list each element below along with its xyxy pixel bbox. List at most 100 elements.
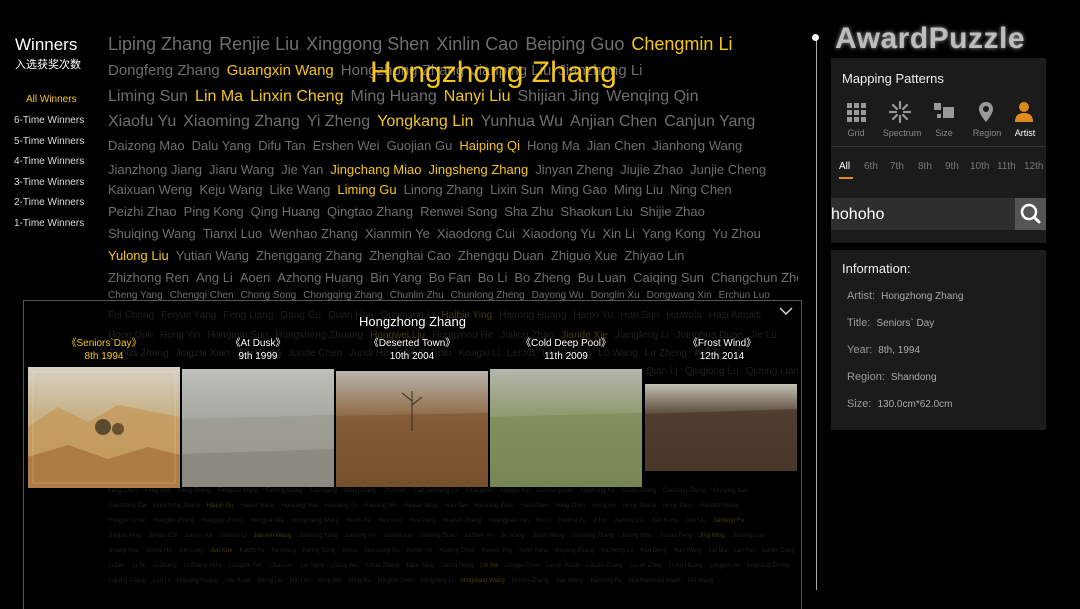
artist-name[interactable]: Difu Tan [258, 138, 305, 153]
artist-name[interactable]: Lixin Sun [490, 182, 543, 197]
featured-artist-name[interactable]: Hongzhong Zhang [370, 56, 617, 90]
artist-name[interactable]: Ping Kong [184, 204, 244, 219]
artist-name[interactable]: Wenqing Qin [606, 88, 698, 105]
artist-name[interactable]: Bo Li [478, 270, 508, 285]
tab-12th[interactable]: 12th [1024, 161, 1043, 172]
artwork-thumbnail-at-dusk[interactable] [182, 369, 334, 487]
artist-name[interactable]: Nanyi Liu [444, 88, 511, 105]
artist-name[interactable]: Canjun Yang [664, 113, 755, 130]
artist-name[interactable]: Ming Liu [614, 182, 663, 197]
artwork-thumbnail-cold-deep-pool[interactable] [490, 369, 642, 487]
artist-name[interactable]: Jiaru Wang [209, 162, 274, 177]
artist-name[interactable]: Keju Wang [199, 182, 262, 197]
artist-name[interactable]: Ershen Wei [313, 138, 380, 153]
artist-name[interactable]: Bin Yang [370, 270, 422, 285]
artist-name[interactable]: Lin Ma [195, 88, 243, 105]
spectrum-icon[interactable] [888, 100, 912, 124]
tab-9th[interactable]: 9th [945, 161, 959, 172]
artist-name[interactable]: Shijie Zhao [640, 204, 705, 219]
artist-name[interactable]: Hong Ma [527, 138, 580, 153]
artist-name[interactable]: Kaixuan Weng [108, 182, 192, 197]
zoom-slider-handle[interactable] [812, 34, 819, 41]
filter-1-time-winners[interactable]: 1-Time Winners [14, 218, 84, 229]
filter-5-time-winners[interactable]: 5-Time Winners [14, 136, 84, 147]
artwork-thumbnail-seniors-day[interactable] [28, 367, 180, 488]
artist-name[interactable]: Zhiguo Xue [551, 248, 618, 263]
artist-name[interactable]: Zhenggang Zhang [256, 248, 362, 263]
artist-name[interactable]: Zhiyao Lin [624, 248, 684, 263]
artist-name[interactable]: Aoen [240, 270, 270, 285]
artist-name[interactable]: Yutian Wang [176, 248, 249, 263]
artist-name[interactable]: Jie Yan [281, 162, 323, 177]
artist-name[interactable]: Shaokun Liu [561, 204, 633, 219]
map-pin-icon[interactable] [974, 100, 998, 124]
artist-name[interactable]: Changchun Zhou [711, 270, 798, 285]
artist-name[interactable]: Xin Li [602, 226, 635, 241]
filter-6-time-winners[interactable]: 6-Time Winners [14, 115, 84, 126]
artist-name[interactable]: Bo Zheng [514, 270, 570, 285]
artist-name[interactable]: Tianxi Luo [203, 226, 263, 241]
artist-name[interactable]: Jianhong Wang [652, 138, 742, 153]
artist-name[interactable]: Anjian Chen [570, 113, 657, 130]
chevron-down-icon[interactable] [779, 304, 793, 318]
artist-name[interactable]: Chengmin Li [631, 34, 732, 54]
artist-name[interactable]: Zhengqu Duan [458, 248, 544, 263]
artist-name[interactable]: Jiujie Zhao [620, 162, 683, 177]
artist-name[interactable]: Yunhua Wu [481, 113, 563, 130]
artist-name[interactable]: Yulong Liu [108, 248, 169, 263]
tab-all[interactable]: All [839, 161, 850, 172]
artist-name[interactable]: Yi Zheng [307, 113, 370, 130]
artist-name[interactable]: Bo Fan [429, 270, 471, 285]
artist-name[interactable]: Qing Huang [251, 204, 320, 219]
artist-name[interactable]: Ming Gao [551, 182, 607, 197]
artist-name[interactable]: Xiaodong Yu [522, 226, 596, 241]
artist-name[interactable]: Daizong Mao [108, 138, 185, 153]
artist-name[interactable]: Renwei Song [420, 204, 497, 219]
artist-name[interactable]: Xinlin Cao [436, 34, 518, 54]
artist-name[interactable]: Xinggong Shen [306, 34, 429, 54]
artist-name[interactable]: Jianzhong Jiang [108, 162, 202, 177]
artist-name[interactable]: Liming Sun [108, 88, 188, 105]
tab-11th[interactable]: 11th [997, 161, 1016, 172]
artwork-thumbnail-frost-wind[interactable] [645, 384, 797, 471]
pattern-label-grid[interactable]: Grid [834, 128, 878, 138]
filter-4-time-winners[interactable]: 4-Time Winners [14, 156, 84, 167]
artist-name[interactable]: Xiaoming Zhang [183, 113, 300, 130]
artist-name[interactable]: Ming Huang [350, 88, 436, 105]
artist-name[interactable]: Jingsheng Zhang [428, 162, 528, 177]
artist-name[interactable]: Linxin Cheng [250, 88, 343, 105]
zoom-slider-track[interactable] [816, 40, 817, 590]
artist-name[interactable]: Yang Kong [642, 226, 705, 241]
artist-name[interactable]: Haiping Qi [459, 138, 520, 153]
tab-6th[interactable]: 6th [864, 161, 878, 172]
filter-all-winners[interactable]: All Winners [26, 94, 77, 105]
artist-name[interactable]: Jian Chen [587, 138, 646, 153]
artist-name[interactable]: Jinyan Zheng [535, 162, 613, 177]
artist-name[interactable]: Qingtao Zhang [327, 204, 413, 219]
pattern-label-spectrum[interactable]: Spectrum [880, 128, 924, 138]
artist-name[interactable]: Shijian Jing [517, 88, 599, 105]
artist-name[interactable]: Beiping Guo [525, 34, 624, 54]
artist-name[interactable]: Xianmin Ye [365, 226, 430, 241]
artist-name[interactable]: Xiaodong Cui [437, 226, 515, 241]
person-icon[interactable] [1012, 100, 1036, 124]
artist-name[interactable]: Zhenghai Cao [369, 248, 451, 263]
artist-name[interactable]: Azhong Huang [277, 270, 363, 285]
search-button[interactable] [1015, 198, 1046, 230]
artist-name[interactable]: Ning Chen [670, 182, 731, 197]
artist-name[interactable]: Bu Luan [578, 270, 626, 285]
artist-name[interactable]: Jingchang Miao [330, 162, 421, 177]
artist-name[interactable]: Ang Li [196, 270, 233, 285]
artist-name[interactable]: Liping Zhang [108, 34, 212, 54]
artist-name[interactable]: Sha Zhu [504, 204, 553, 219]
tab-8th[interactable]: 8th [918, 161, 932, 172]
artist-name[interactable]: Dalu Yang [192, 138, 252, 153]
artist-name[interactable]: Renjie Liu [219, 34, 299, 54]
artist-name[interactable]: Linong Zhang [404, 182, 484, 197]
artist-name[interactable]: Yu Zhou [712, 226, 760, 241]
tab-7th[interactable]: 7th [890, 161, 904, 172]
artist-name[interactable]: Guojian Gu [387, 138, 453, 153]
pattern-label-artist[interactable]: Artist [1003, 128, 1047, 138]
artist-name[interactable]: Peizhi Zhao [108, 204, 177, 219]
artist-name[interactable]: Yongkang Lin [377, 113, 473, 130]
